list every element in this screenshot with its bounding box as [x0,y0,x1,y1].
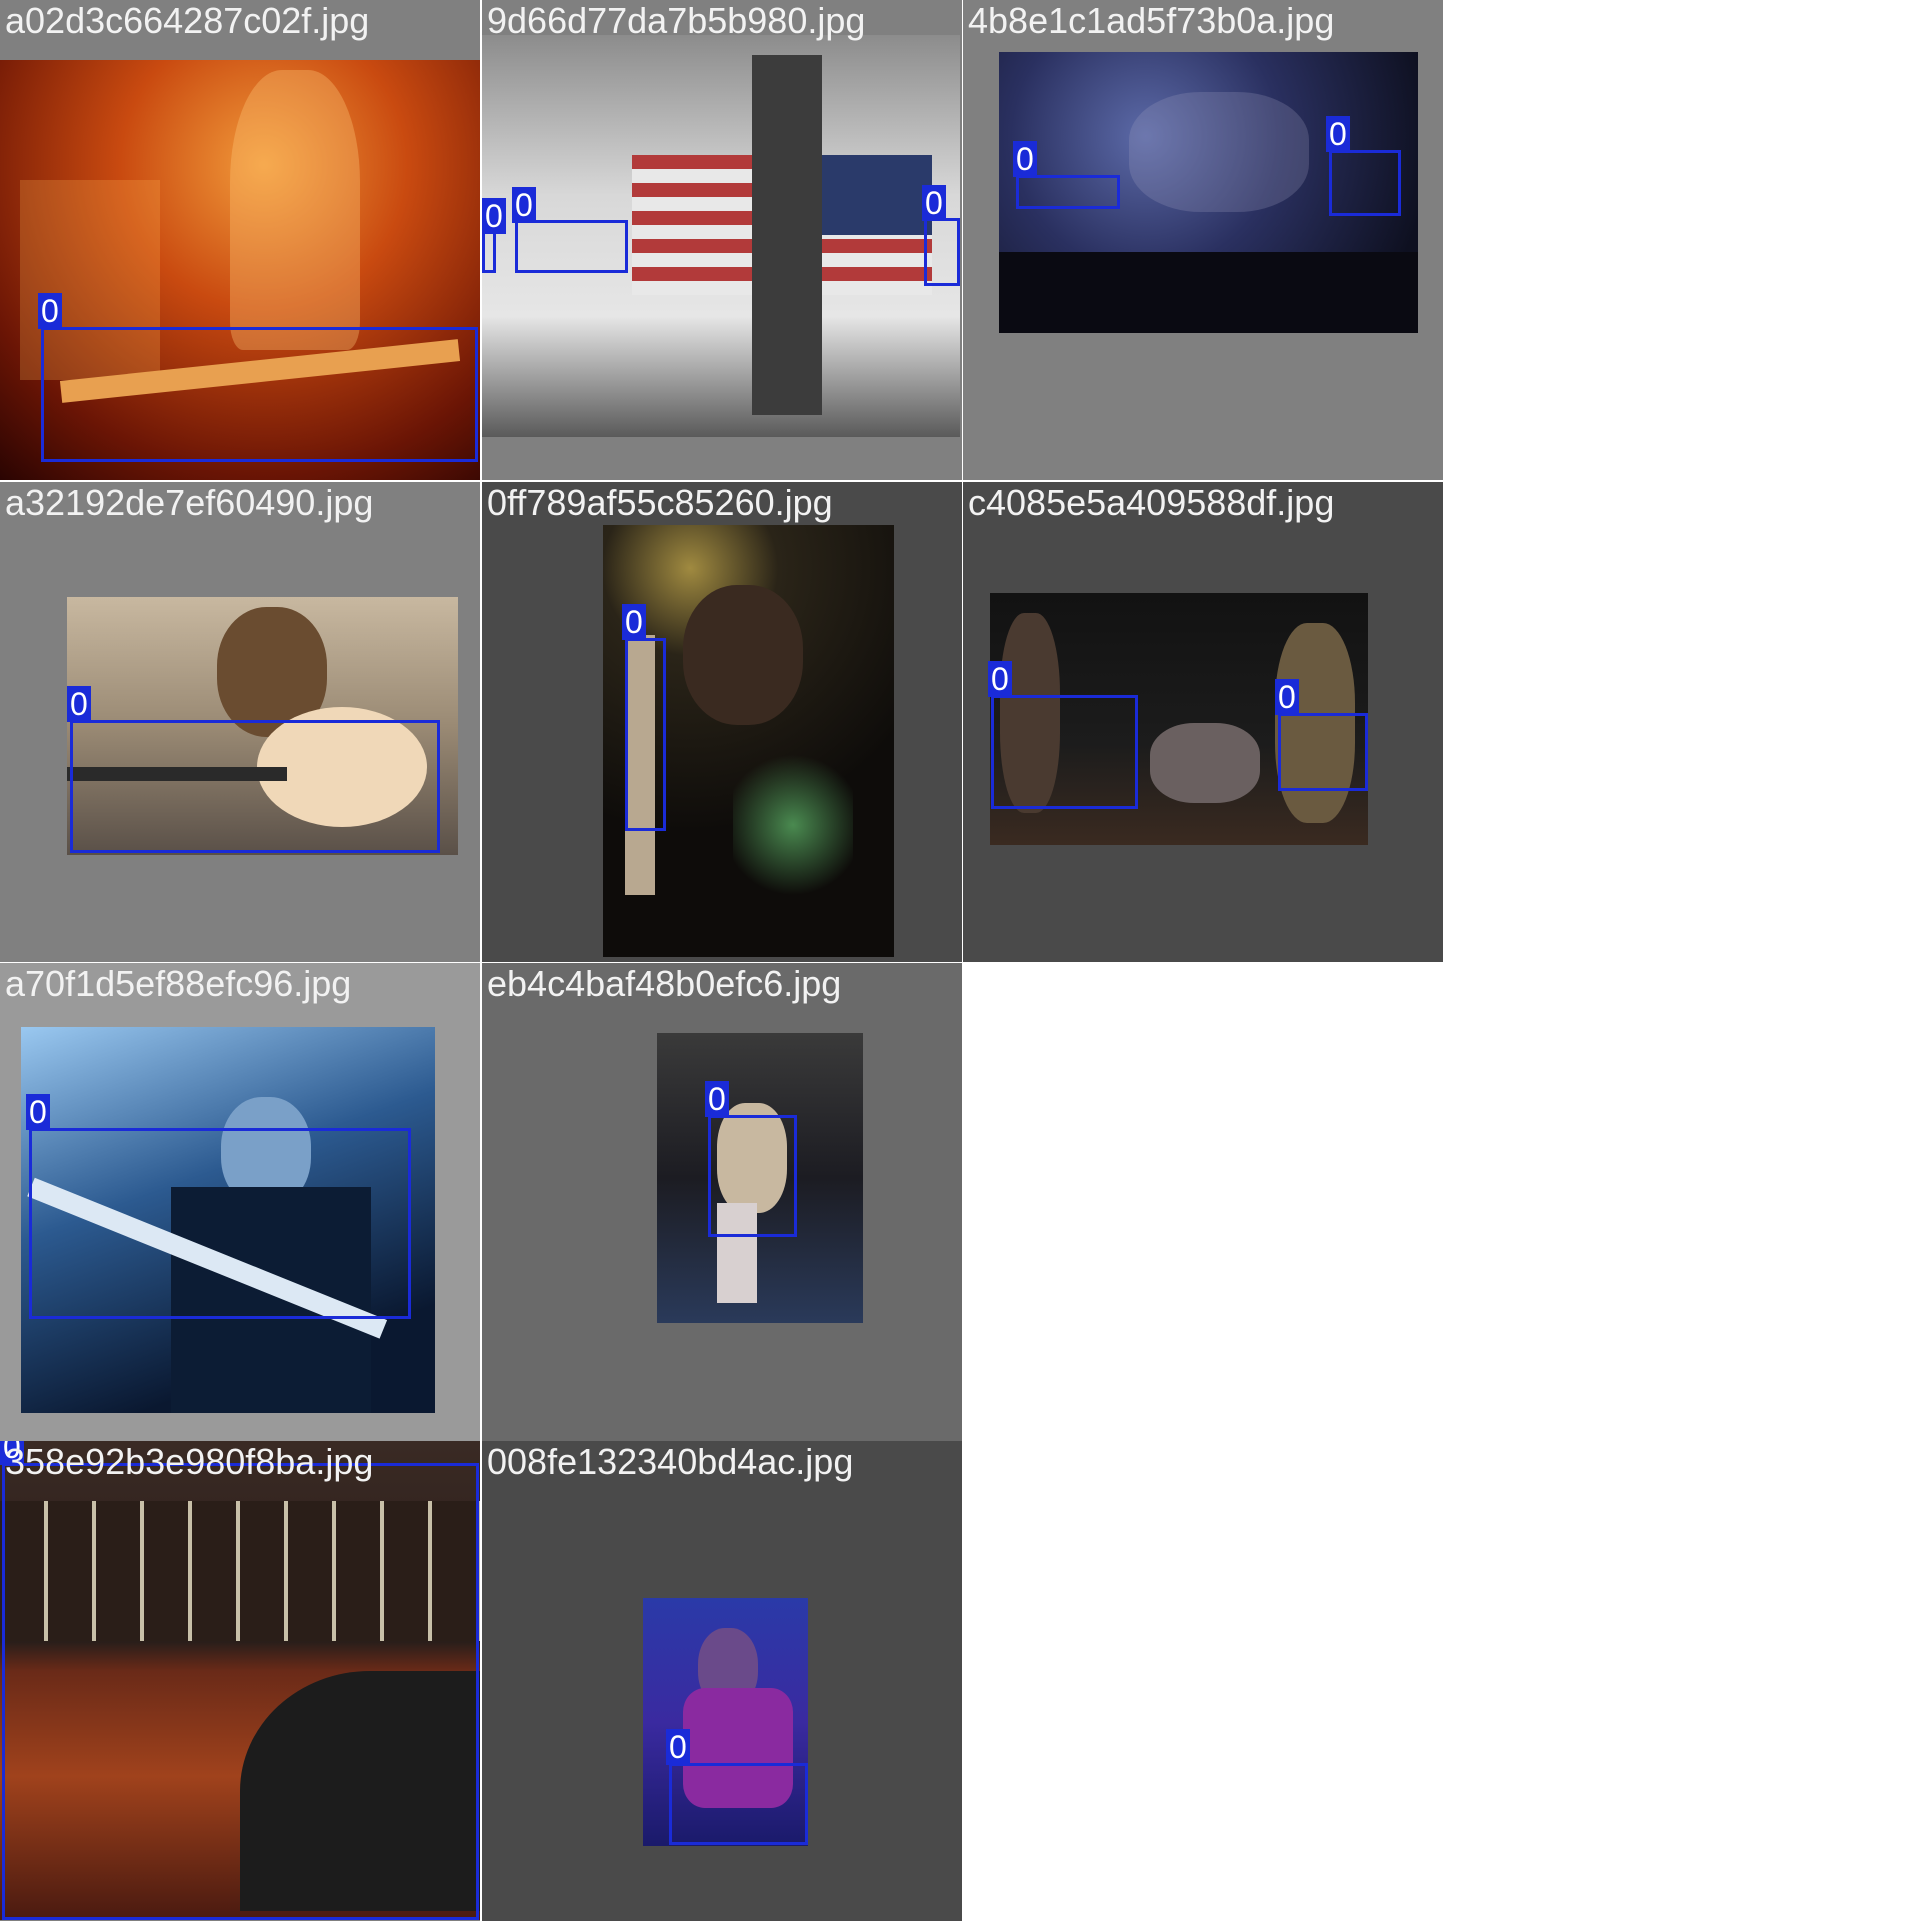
class-tag: 0 [1275,679,1299,715]
class-tag: 0 [922,185,946,221]
bbox [924,218,960,286]
bbox [1016,175,1120,209]
filename-label: a70f1d5ef88efc96.jpg [5,963,352,1004]
filename-label: 9d66d77da7b5b980.jpg [487,0,866,41]
filename-label: c4085e5a409588df.jpg [968,482,1335,523]
bbox [708,1115,797,1237]
class-tag: 0 [482,198,506,234]
class-tag: 0 [26,1094,50,1130]
bbox [2,1463,479,1920]
filename-label: eb4c4baf48b0efc6.jpg [487,963,842,1004]
grid-tile[interactable]: eb4c4baf48b0efc6.jpg 0 [482,963,962,1443]
grid-tile[interactable]: c4085e5a409588df.jpg 0 0 [963,482,1443,962]
class-tag: 0 [67,686,91,722]
bbox [991,695,1138,809]
class-tag: 0 [1326,116,1350,152]
grid-tile[interactable]: 0ff789af55c85260.jpg 0 [482,482,962,962]
grid-tile[interactable]: a70f1d5ef88efc96.jpg 0 [0,963,480,1443]
class-tag: 0 [622,604,646,640]
bbox [41,327,478,462]
grid-tile[interactable]: 4b8e1c1ad5f73b0a.jpg 0 0 [963,0,1443,480]
grid-tile[interactable]: a02d3c664287c02f.jpg 0 [0,0,480,480]
grid-tile[interactable]: 008fe132340bd4ac.jpg 0 [482,1441,962,1921]
filename-label: a32192de7ef60490.jpg [5,482,374,523]
bbox [669,1763,808,1845]
grid-tile[interactable]: 9d66d77da7b5b980.jpg 0 0 0 [482,0,962,480]
bbox [29,1128,411,1319]
grid-tile[interactable]: a32192de7ef60490.jpg 0 [0,482,480,962]
class-tag: 0 [705,1081,729,1117]
bbox [1329,150,1401,216]
class-tag: 0 [512,187,536,223]
class-tag: 0 [38,293,62,329]
class-tag: 0 [988,661,1012,697]
filename-label: 358e92b3e980f8ba.jpg [5,1441,374,1482]
bbox [1278,713,1368,791]
class-tag: 0 [666,1729,690,1765]
filename-label: 4b8e1c1ad5f73b0a.jpg [968,0,1335,41]
filename-label: a02d3c664287c02f.jpg [5,0,370,41]
image-grid: a02d3c664287c02f.jpg 0 9d66d77da7b5b980.… [0,0,1443,1921]
filename-label: 008fe132340bd4ac.jpg [487,1441,854,1482]
filename-label: 0ff789af55c85260.jpg [487,482,833,523]
class-tag: 0 [1013,141,1037,177]
bbox [515,220,628,273]
bbox [625,638,666,831]
grid-tile[interactable]: 358e92b3e980f8ba.jpg 0 [0,1441,480,1921]
bbox [70,720,440,853]
